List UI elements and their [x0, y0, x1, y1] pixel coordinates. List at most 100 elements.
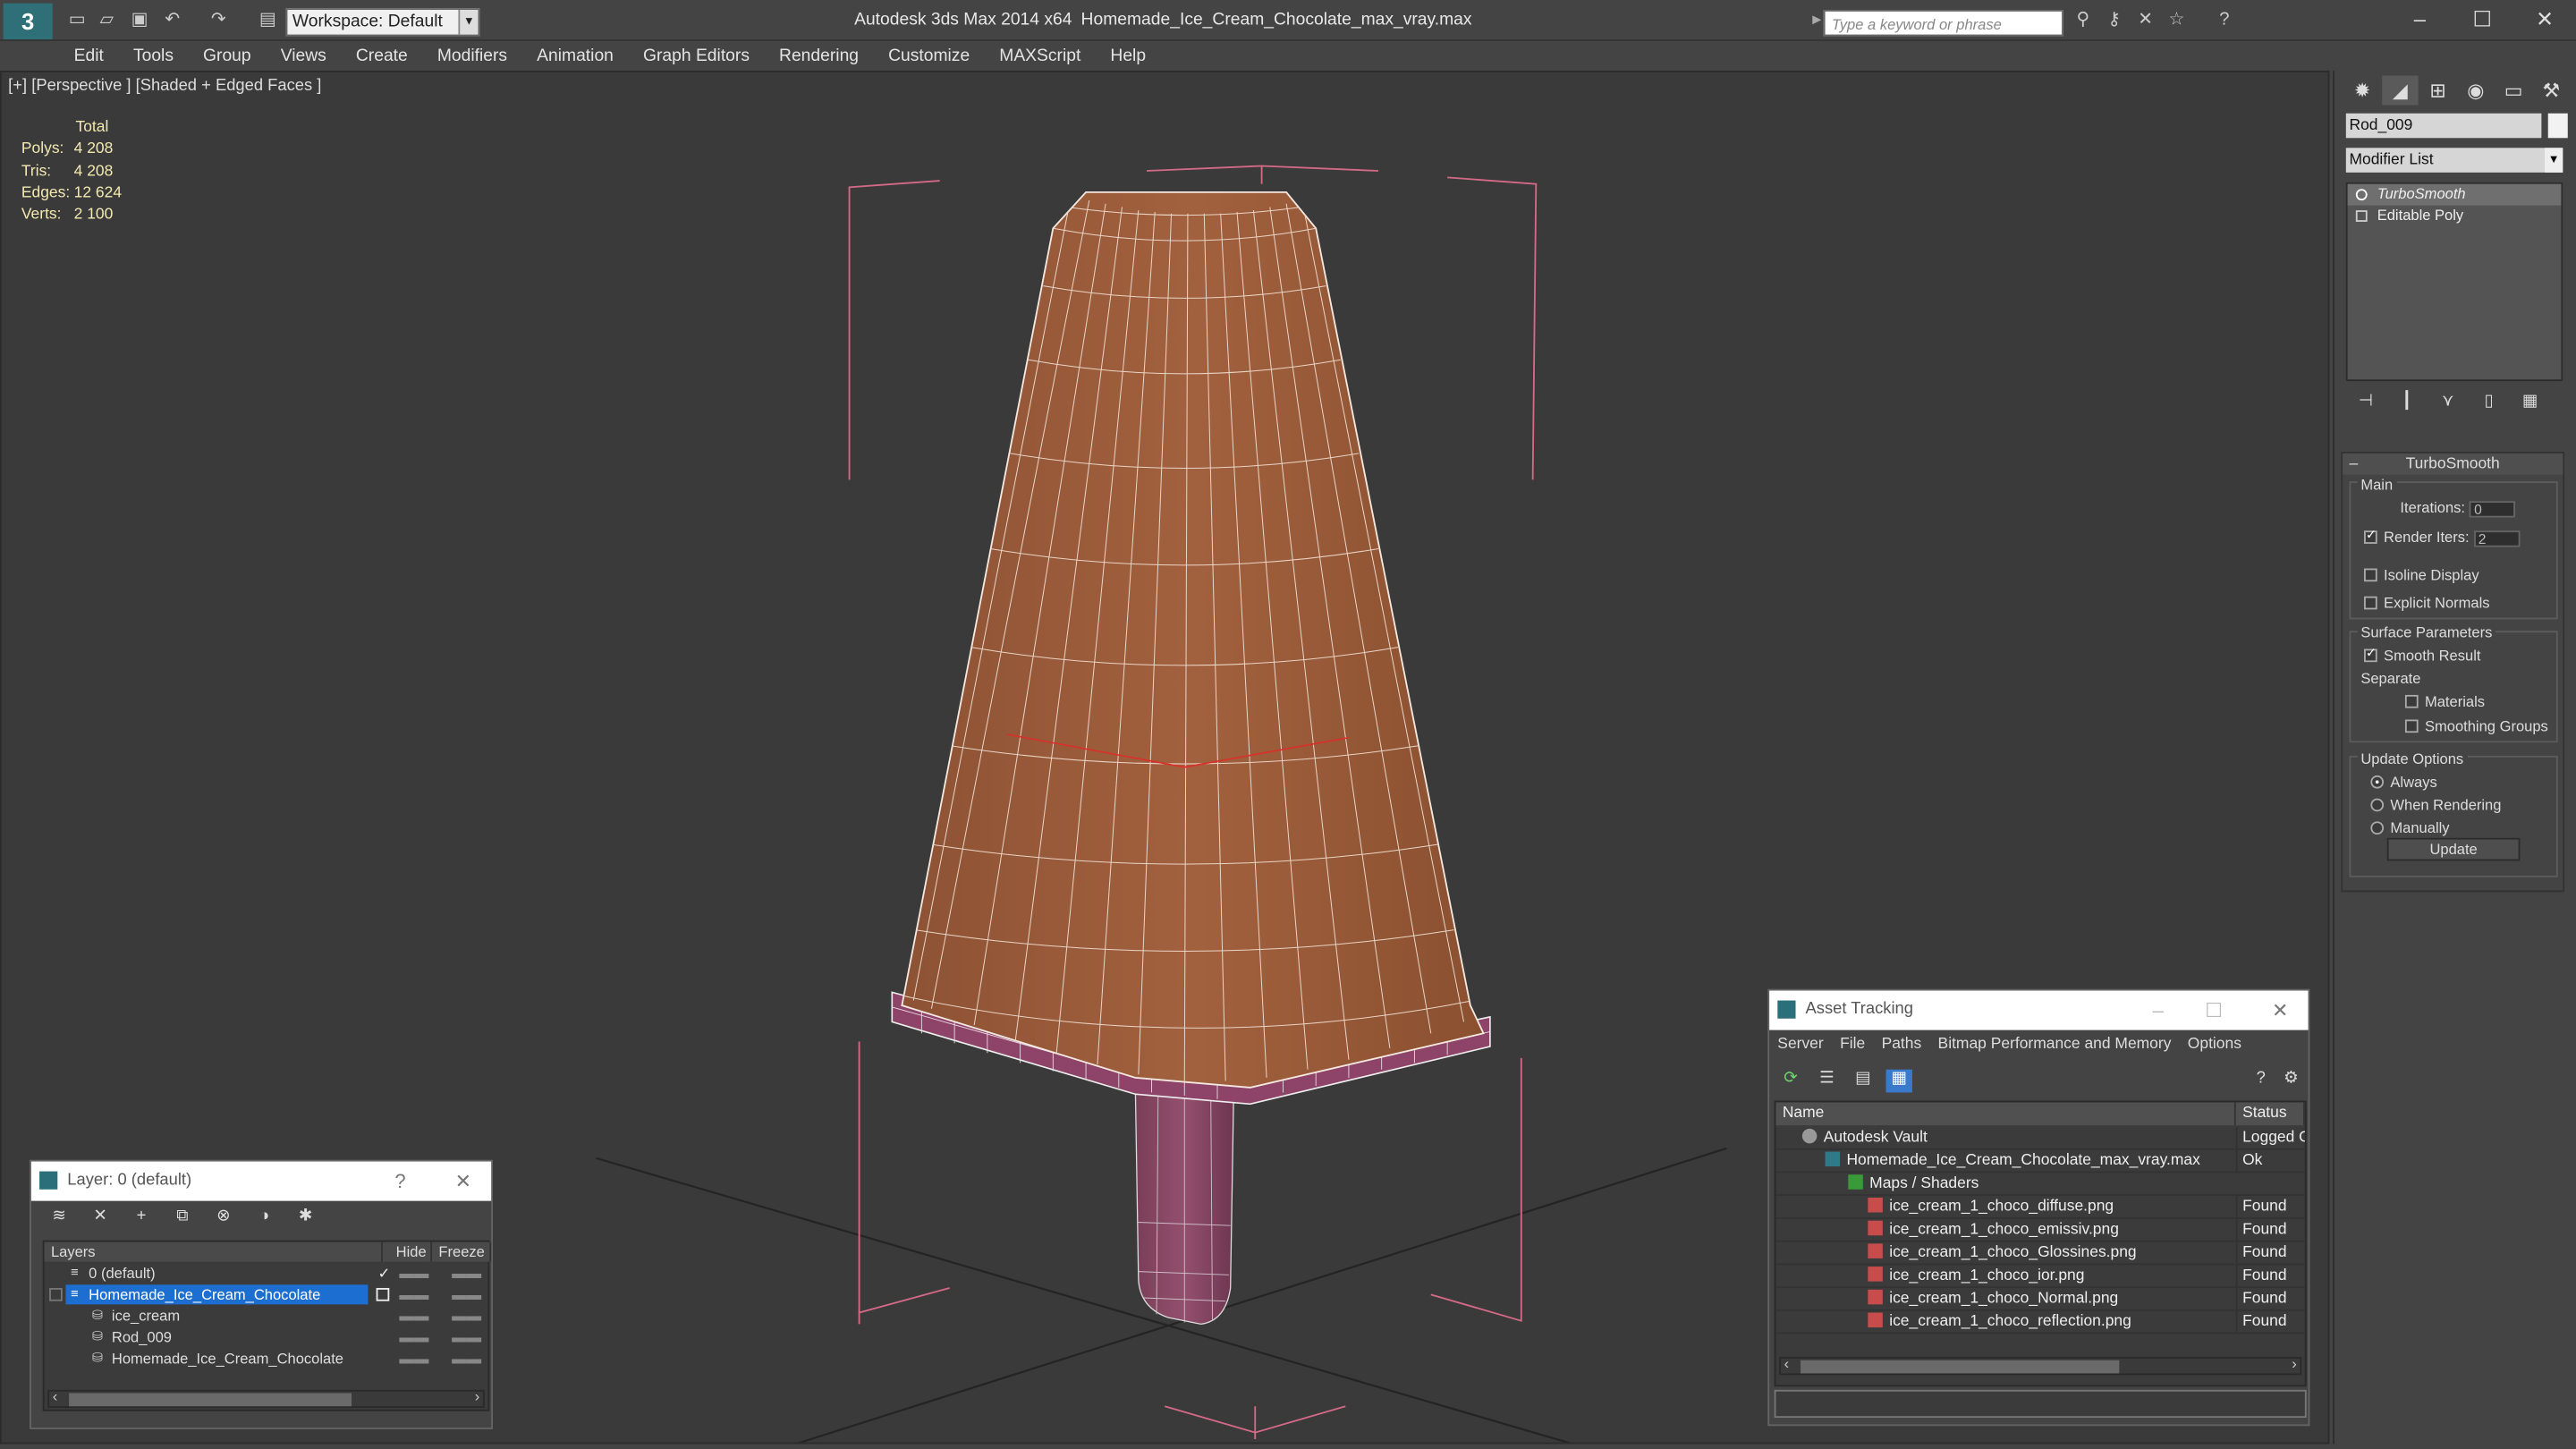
- close-icon[interactable]: ✕: [2520, 5, 2569, 35]
- redo-icon[interactable]: ↷: [207, 10, 230, 31]
- viewport-label[interactable]: [+] [Perspective ] [Shaded + Edged Faces…: [8, 77, 321, 95]
- help-icon[interactable]: ?: [2213, 10, 2236, 31]
- save-file-icon[interactable]: ▣: [128, 10, 151, 31]
- freeze-toggle[interactable]: ▬▬: [452, 1284, 481, 1304]
- hide-toggle[interactable]: ▬▬: [399, 1263, 428, 1283]
- scroll-left-icon[interactable]: ‹: [53, 1388, 58, 1404]
- menu-maxscript[interactable]: MAXScript: [999, 46, 1080, 65]
- lightbulb-icon[interactable]: [2355, 189, 2368, 201]
- asset-menu-paths[interactable]: Paths: [1882, 1035, 1922, 1053]
- render-iters-checkbox[interactable]: [2364, 528, 2377, 544]
- configure-sets-icon[interactable]: ▦: [2515, 393, 2545, 416]
- menu-graph-editors[interactable]: Graph Editors: [643, 46, 750, 65]
- stack-item-turbosmooth[interactable]: TurboSmooth: [2347, 183, 2562, 206]
- always-radio[interactable]: [2370, 775, 2385, 789]
- layer-help-icon[interactable]: ?: [394, 1162, 405, 1201]
- layer-row[interactable]: ≡ 0 (default) ✓ ▬▬ ▬▬: [46, 1263, 486, 1283]
- maximize-icon[interactable]: ☐: [2458, 5, 2507, 35]
- object-name-field[interactable]: Rod_009: [2345, 113, 2542, 139]
- freeze-toggle[interactable]: ▬▬: [452, 1327, 481, 1347]
- hierarchy-tab-icon[interactable]: ⊞: [2419, 75, 2455, 105]
- utilities-tab-icon[interactable]: ⚒: [2533, 75, 2569, 105]
- expand-icon[interactable]: [2355, 210, 2368, 222]
- scroll-left-icon[interactable]: ‹: [1784, 1355, 1790, 1371]
- layer-row[interactable]: Homemade_Ice_Cream_Chocolate ≡ ▬▬ ▬▬: [46, 1284, 486, 1305]
- highlight-layer-icon[interactable]: ⊗: [208, 1208, 238, 1231]
- asset-row[interactable]: ice_cream_1_choco_emissiv.png Found: [1775, 1218, 2305, 1242]
- col-name[interactable]: Name: [1775, 1102, 2236, 1126]
- explicit-normals-checkbox[interactable]: [2364, 596, 2377, 610]
- scroll-right-icon[interactable]: ›: [2292, 1355, 2297, 1371]
- asset-row[interactable]: ice_cream_1_choco_Glossines.png Found: [1775, 1241, 2305, 1266]
- subscription-icon[interactable]: ⚷: [2103, 10, 2126, 31]
- smoothing-groups-checkbox[interactable]: [2404, 719, 2419, 733]
- hide-toggle[interactable]: ▬▬: [399, 1349, 428, 1368]
- make-unique-icon[interactable]: ⋎: [2433, 393, 2462, 416]
- hide-toggle[interactable]: ▬▬: [399, 1327, 428, 1347]
- col-hide[interactable]: Hide: [389, 1241, 433, 1262]
- layer-window-titlebar[interactable]: Layer: 0 (default) ? ✕: [30, 1161, 492, 1201]
- hide-all-icon[interactable]: ◑: [250, 1208, 279, 1231]
- select-objects-icon[interactable]: ⧉: [167, 1208, 197, 1231]
- render-iters-spinner[interactable]: 2: [2473, 530, 2520, 547]
- asset-path-field[interactable]: [1774, 1389, 2307, 1419]
- minimize-icon[interactable]: –: [2395, 5, 2445, 35]
- asset-menu-bitmap[interactable]: Bitmap Performance and Memory: [1938, 1035, 2172, 1053]
- asset-maximize-icon[interactable]: ☐: [2205, 991, 2223, 1030]
- menu-tools[interactable]: Tools: [133, 46, 174, 65]
- object-color-swatch[interactable]: [2547, 113, 2568, 139]
- list-view-icon[interactable]: ☰: [1814, 1070, 1840, 1093]
- asset-menu-options[interactable]: Options: [2188, 1035, 2241, 1053]
- freeze-all-icon[interactable]: ✱: [291, 1208, 320, 1231]
- freeze-toggle[interactable]: ▬▬: [452, 1263, 481, 1283]
- menu-modifiers[interactable]: Modifiers: [437, 46, 507, 65]
- iterations-spinner[interactable]: 0: [2469, 501, 2516, 518]
- menu-animation[interactable]: Animation: [537, 46, 614, 65]
- refresh-icon[interactable]: ⟳: [1777, 1070, 1803, 1093]
- layer-horizontal-scrollbar[interactable]: ‹ ›: [47, 1388, 485, 1409]
- layer-row[interactable]: ⛁ Homemade_Ice_Cream_Chocolate ▬▬ ▬▬: [46, 1349, 486, 1368]
- scroll-right-icon[interactable]: ›: [475, 1388, 480, 1404]
- create-tab-icon[interactable]: ✹: [2344, 75, 2380, 105]
- menu-customize[interactable]: Customize: [888, 46, 970, 65]
- modifier-list-dropdown[interactable]: Modifier List ▼: [2345, 148, 2563, 173]
- workspace-dropdown[interactable]: Workspace: Default ▼: [285, 8, 480, 37]
- new-file-icon[interactable]: ▭: [65, 10, 89, 31]
- asset-help-icon[interactable]: ?: [2257, 1070, 2266, 1088]
- menu-create[interactable]: Create: [356, 46, 408, 65]
- table-view-icon[interactable]: ▦: [1885, 1069, 1912, 1093]
- asset-row[interactable]: ice_cream_1_choco_diffuse.png Found: [1775, 1196, 2305, 1219]
- asset-row[interactable]: ice_cream_1_choco_reflection.png Found: [1775, 1310, 2305, 1335]
- layer-row[interactable]: ⛁ ice_cream ▬▬ ▬▬: [46, 1306, 486, 1326]
- app-logo-icon[interactable]: 3: [3, 3, 53, 40]
- show-end-result-icon[interactable]: ┃: [2392, 393, 2421, 416]
- set-current-icon[interactable]: [376, 1287, 390, 1301]
- update-button[interactable]: Update: [2386, 837, 2521, 861]
- menu-help[interactable]: Help: [1110, 46, 1146, 65]
- open-file-icon[interactable]: ▱: [96, 10, 119, 31]
- col-freeze[interactable]: Freeze: [432, 1241, 492, 1262]
- asset-menu-server[interactable]: Server: [1777, 1035, 1823, 1053]
- menu-edit[interactable]: Edit: [74, 46, 104, 65]
- project-folder-icon[interactable]: ▤: [257, 10, 280, 31]
- scroll-thumb[interactable]: [1801, 1360, 2120, 1374]
- rollout-header[interactable]: – TurboSmooth: [2343, 453, 2563, 475]
- motion-tab-icon[interactable]: ◉: [2458, 75, 2494, 105]
- thumbnail-view-icon[interactable]: ▤: [1850, 1070, 1876, 1093]
- display-tab-icon[interactable]: ▭: [2496, 75, 2531, 105]
- asset-close-icon[interactable]: ✕: [2272, 991, 2288, 1030]
- undo-icon[interactable]: ↶: [161, 10, 184, 31]
- asset-row[interactable]: Homemade_Ice_Cream_Chocolate_max_vray.ma…: [1775, 1149, 2305, 1174]
- binoculars-icon[interactable]: ⚲: [2072, 10, 2095, 31]
- col-status[interactable]: Status: [2235, 1102, 2305, 1126]
- communication-icon[interactable]: ✕: [2134, 10, 2157, 31]
- layer-close-icon[interactable]: ✕: [455, 1162, 471, 1201]
- hide-toggle[interactable]: ▬▬: [399, 1306, 428, 1326]
- asset-minimize-icon[interactable]: –: [2153, 991, 2164, 1030]
- col-layers[interactable]: Layers: [44, 1241, 383, 1262]
- scroll-thumb[interactable]: [69, 1393, 352, 1407]
- freeze-toggle[interactable]: ▬▬: [452, 1349, 481, 1368]
- asset-row[interactable]: Maps / Shaders: [1775, 1173, 2305, 1197]
- asset-row[interactable]: ice_cream_1_choco_ior.png Found: [1775, 1265, 2305, 1288]
- isoline-checkbox[interactable]: [2364, 568, 2377, 582]
